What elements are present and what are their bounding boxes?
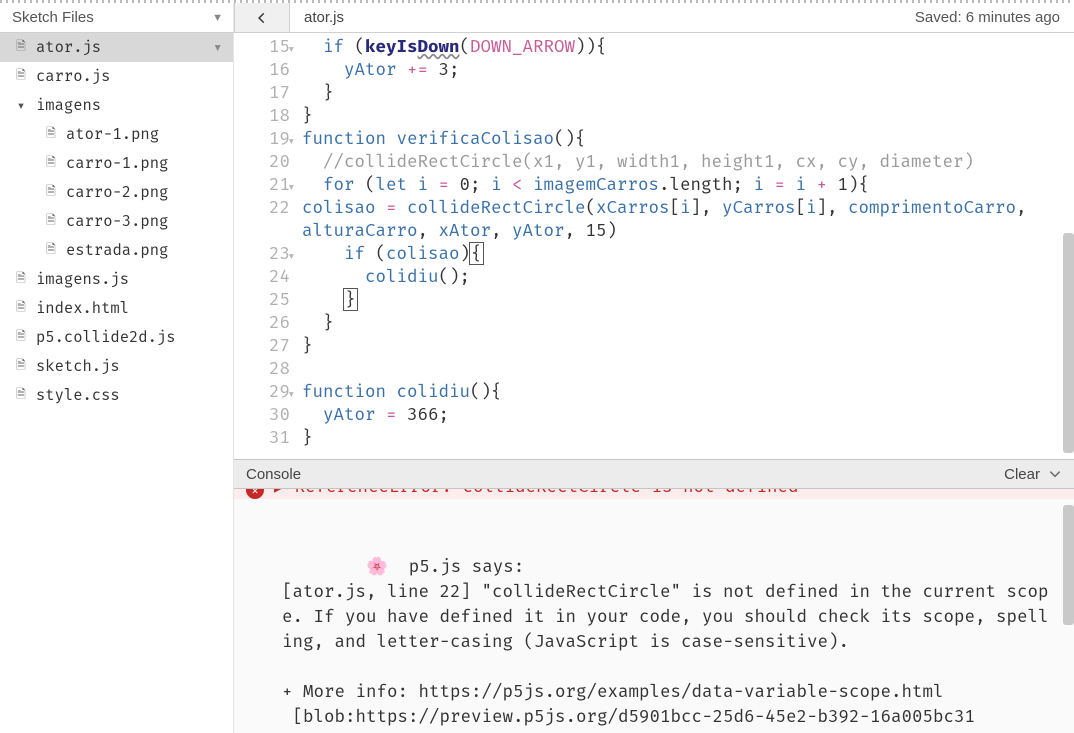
error-text: ReferenceError: collideRectCircle is not… xyxy=(295,489,799,499)
file-style-css[interactable]: 🗎 style.css xyxy=(0,381,233,410)
file-icon: 🗎 xyxy=(44,240,58,261)
file-ator-js[interactable]: 🗎 ator.js ▼ xyxy=(0,33,233,62)
file-icon: 🗎 xyxy=(14,356,28,377)
file-name: style.css xyxy=(36,387,120,405)
file-name: p5.collide2d.js xyxy=(36,329,176,347)
folder-open-icon: ▼ xyxy=(14,100,28,112)
file-icon: 🗎 xyxy=(44,211,58,232)
file-icon: 🗎 xyxy=(14,37,28,58)
console-scrollbar[interactable] xyxy=(1063,505,1074,625)
file-carro-js[interactable]: 🗎 carro.js xyxy=(0,62,233,91)
chevron-down-icon xyxy=(1048,467,1062,481)
file-ator-1-png[interactable]: 🗎 ator-1.png xyxy=(0,120,233,149)
file-carro-3-png[interactable]: 🗎 carro-3.png xyxy=(0,207,233,236)
console-more-link[interactable]: + More info: https://p5js.org/examples/d… xyxy=(282,681,944,702)
file-name: imagens xyxy=(36,97,101,115)
file-name: imagens.js xyxy=(36,271,129,289)
folder-imagens[interactable]: ▼ imagens xyxy=(0,91,233,120)
file-icon: 🗎 xyxy=(44,124,58,145)
file-index-html[interactable]: 🗎 index.html xyxy=(0,294,233,323)
file-carro-1-png[interactable]: 🗎 carro-1.png xyxy=(0,149,233,178)
file-name: carro.js xyxy=(36,68,110,86)
file-icon: 🗎 xyxy=(14,269,28,290)
file-name: ator.js xyxy=(36,39,101,57)
console-message: 🌸 p5.js says: [ator.js, line 22] "collid… xyxy=(234,499,1074,729)
file-name: carro-1.png xyxy=(66,155,168,173)
console-clear-button[interactable]: Clear xyxy=(1004,466,1062,483)
file-icon: 🗎 xyxy=(44,182,58,203)
top-bar: Sketch Files ▼ ator.js Saved: 6 minutes … xyxy=(0,3,1074,33)
file-name: carro-2.png xyxy=(66,184,168,202)
file-name: ator-1.png xyxy=(66,126,159,144)
sketch-files-label: Sketch Files xyxy=(12,9,94,26)
error-caret-icon: ▶ xyxy=(274,489,285,499)
flower-icon: 🌸 xyxy=(366,556,388,577)
line-gutter: 15▼16171819▼2021▼2223▼242526272829▼3031 xyxy=(234,33,296,459)
code-editor[interactable]: 15▼16171819▼2021▼2223▼242526272829▼3031 … xyxy=(234,33,1074,459)
file-name: estrada.png xyxy=(66,242,168,260)
chevron-left-icon xyxy=(255,11,269,25)
file-menu-icon[interactable]: ▼ xyxy=(214,41,221,54)
console-blob-line: [blob:https://preview.p5js.org/d5901bcc-… xyxy=(293,706,976,727)
file-sketch-js[interactable]: 🗎 sketch.js xyxy=(0,352,233,381)
file-name: index.html xyxy=(36,300,129,318)
console-body[interactable]: ✕ ▶ ReferenceError: collideRectCircle is… xyxy=(234,489,1074,733)
console-error-row[interactable]: ✕ ▶ ReferenceError: collideRectCircle is… xyxy=(234,489,1074,499)
file-carro-2-png[interactable]: 🗎 carro-2.png xyxy=(0,178,233,207)
sketch-files-dropdown[interactable]: Sketch Files ▼ xyxy=(0,3,234,32)
file-p5-collide2d-js[interactable]: 🗎 p5.collide2d.js xyxy=(0,323,233,352)
error-icon: ✕ xyxy=(246,489,264,499)
code-content[interactable]: if (keyIsDown(DOWN_ARROW)){ yAtor += 3; … xyxy=(296,33,1074,459)
save-status: Saved: 6 minutes ago xyxy=(915,9,1074,26)
console-header: Console Clear xyxy=(234,459,1074,489)
file-imagens-js[interactable]: 🗎 imagens.js xyxy=(0,265,233,294)
file-icon: 🗎 xyxy=(14,327,28,348)
clear-label: Clear xyxy=(1004,466,1040,483)
file-icon: 🗎 xyxy=(14,385,28,406)
console-intro: p5.js says: xyxy=(409,556,525,577)
editor-scrollbar[interactable] xyxy=(1063,233,1074,453)
file-icon: 🗎 xyxy=(14,298,28,319)
current-file-tab[interactable]: ator.js xyxy=(290,9,358,26)
console-title: Console xyxy=(246,466,301,483)
file-name: carro-3.png xyxy=(66,213,168,231)
back-button[interactable] xyxy=(234,3,290,32)
console-body-text: [ator.js, line 22] "collideRectCircle" i… xyxy=(282,581,1049,652)
file-estrada-png[interactable]: 🗎 estrada.png xyxy=(0,236,233,265)
chevron-down-icon: ▼ xyxy=(212,12,223,24)
file-icon: 🗎 xyxy=(44,153,58,174)
file-icon: 🗎 xyxy=(14,66,28,87)
file-name: sketch.js xyxy=(36,358,120,376)
file-sidebar: 🗎 ator.js ▼ 🗎 carro.js ▼ imagens 🗎 ator-1.png 🗎 ca… xyxy=(0,33,234,733)
